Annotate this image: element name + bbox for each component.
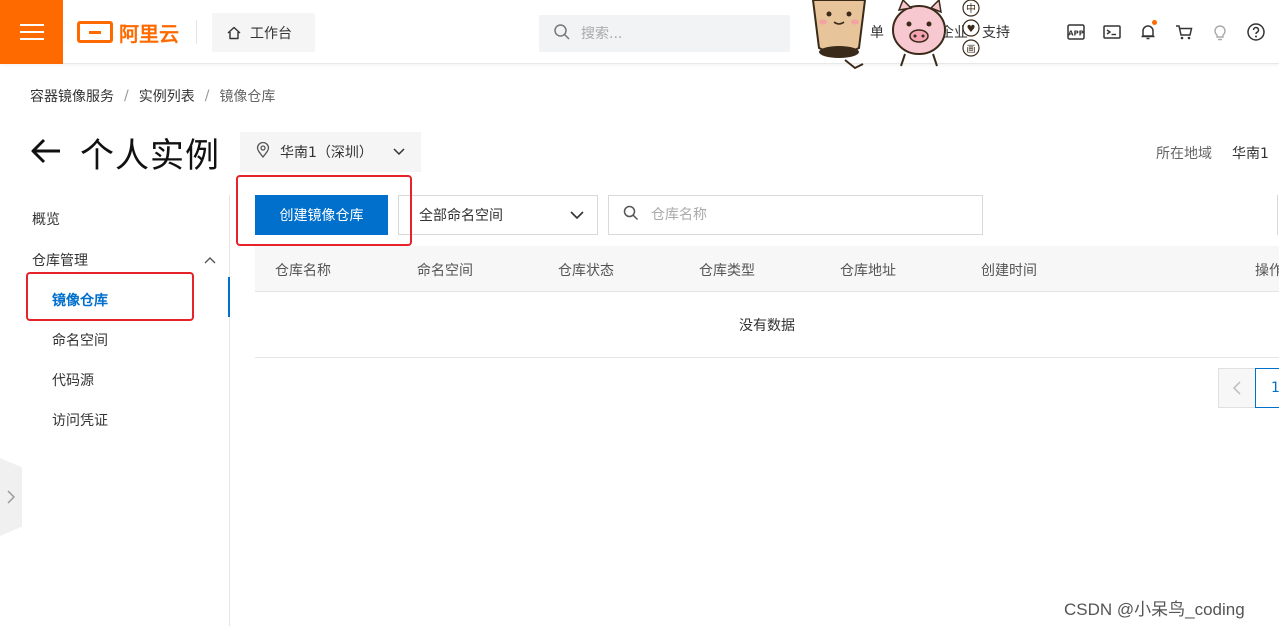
region-value: 华南1 xyxy=(1232,146,1269,162)
workbench-label: 工作台 xyxy=(250,25,292,42)
chevron-left-icon xyxy=(1233,381,1241,395)
breadcrumb-image-repo: 镜像仓库 xyxy=(219,89,276,105)
workbench-button[interactable]: 工作台 xyxy=(212,13,315,52)
sidebar-group-label: 仓库管理 xyxy=(32,253,88,269)
region-select[interactable]: 华南1（深圳） xyxy=(240,132,421,172)
col-repo-type: 仓库类型 xyxy=(699,263,755,279)
aliyun-logo-mark xyxy=(77,21,113,43)
menu-icon[interactable] xyxy=(0,0,63,64)
pagination-page-current[interactable]: 1 xyxy=(1255,368,1279,408)
namespace-select[interactable]: 全部命名空间 xyxy=(398,195,598,235)
breadcrumb: 容器镜像服务 / 实例列表 / 镜像仓库 xyxy=(30,86,275,106)
chevron-right-icon xyxy=(7,490,15,504)
location-pin-icon xyxy=(256,141,270,162)
pagination-prev-button[interactable] xyxy=(1218,368,1256,408)
chevron-down-icon xyxy=(393,144,405,160)
breadcrumb-separator: / xyxy=(204,88,210,104)
top-icons: APP xyxy=(1066,18,1266,46)
top-nav-order[interactable]: 单 xyxy=(870,22,884,42)
repo-search-input[interactable] xyxy=(651,207,951,223)
watermark: CSDN @小呆鸟_coding xyxy=(1064,600,1245,619)
svg-text:APP: APP xyxy=(1068,30,1084,38)
region-info: 所在地域 华南1 xyxy=(1156,143,1269,163)
create-image-repo-button[interactable]: 创建镜像仓库 xyxy=(255,195,388,235)
sidebar-group-repo-management[interactable]: 仓库管理 xyxy=(32,250,216,270)
region-select-value: 华南1（深圳） xyxy=(280,145,373,161)
top-nav-support[interactable]: 支持 xyxy=(982,22,1010,42)
sidebar-expand-handle[interactable] xyxy=(0,458,22,536)
col-namespace: 命名空间 xyxy=(417,263,473,279)
search-icon xyxy=(623,205,639,225)
top-bar: 阿里云 工作台 单 备案 企业 支持 APP xyxy=(0,0,1279,64)
top-nav-enterprise[interactable]: 企业 xyxy=(940,22,968,42)
repo-search[interactable] xyxy=(608,195,983,235)
col-repo-name: 仓库名称 xyxy=(275,263,331,279)
search-icon xyxy=(553,23,571,45)
sidebar-item-overview[interactable]: 概览 xyxy=(32,209,60,229)
breadcrumb-cr-service[interactable]: 容器镜像服务 xyxy=(30,86,114,106)
aliyun-logo[interactable]: 阿里云 xyxy=(77,19,179,46)
breadcrumb-instance-list[interactable]: 实例列表 xyxy=(139,86,195,106)
sidebar: 概览 仓库管理 镜像仓库 命名空间 代码源 访问凭证 xyxy=(0,195,230,626)
notification-dot xyxy=(1152,20,1157,25)
table-header: 仓库名称 命名空间 仓库状态 仓库类型 仓库地址 创建时间 操作 xyxy=(255,246,1279,292)
chevron-down-icon xyxy=(569,207,585,227)
col-created-time: 创建时间 xyxy=(981,263,1037,279)
col-repo-address: 仓库地址 xyxy=(840,263,896,279)
global-search[interactable] xyxy=(539,15,790,52)
home-icon xyxy=(226,25,242,41)
sidebar-item-code-source[interactable]: 代码源 xyxy=(52,370,94,390)
terminal-icon[interactable] xyxy=(1102,22,1122,42)
namespace-select-value: 全部命名空间 xyxy=(419,208,503,224)
top-nav-filing[interactable]: 备案 xyxy=(898,22,926,42)
app-icon[interactable]: APP xyxy=(1066,22,1086,42)
cart-icon[interactable] xyxy=(1174,22,1194,42)
global-search-input[interactable] xyxy=(581,25,771,42)
col-repo-status: 仓库状态 xyxy=(558,263,614,279)
sidebar-item-access-credential[interactable]: 访问凭证 xyxy=(52,410,108,430)
brand-name: 阿里云 xyxy=(119,21,179,46)
header-divider xyxy=(196,20,197,44)
region-label: 所在地域 xyxy=(1156,146,1212,162)
chevron-up-icon xyxy=(204,252,216,268)
bell-icon[interactable] xyxy=(1138,20,1158,42)
sidebar-item-image-repo[interactable]: 镜像仓库 xyxy=(52,290,108,310)
sidebar-active-indicator xyxy=(228,277,230,317)
back-arrow-icon[interactable] xyxy=(30,137,62,165)
col-actions: 操作 xyxy=(1255,263,1279,279)
empty-text: 没有数据 xyxy=(739,317,795,334)
page-title: 个人实例 xyxy=(80,136,220,176)
sidebar-item-namespace[interactable]: 命名空间 xyxy=(52,330,108,350)
lightbulb-icon[interactable] xyxy=(1210,22,1230,42)
help-icon[interactable] xyxy=(1246,22,1266,42)
breadcrumb-separator: / xyxy=(124,88,129,104)
top-nav: 单 备案 企业 支持 xyxy=(870,22,1010,42)
table-empty-row: 没有数据 xyxy=(255,292,1279,358)
